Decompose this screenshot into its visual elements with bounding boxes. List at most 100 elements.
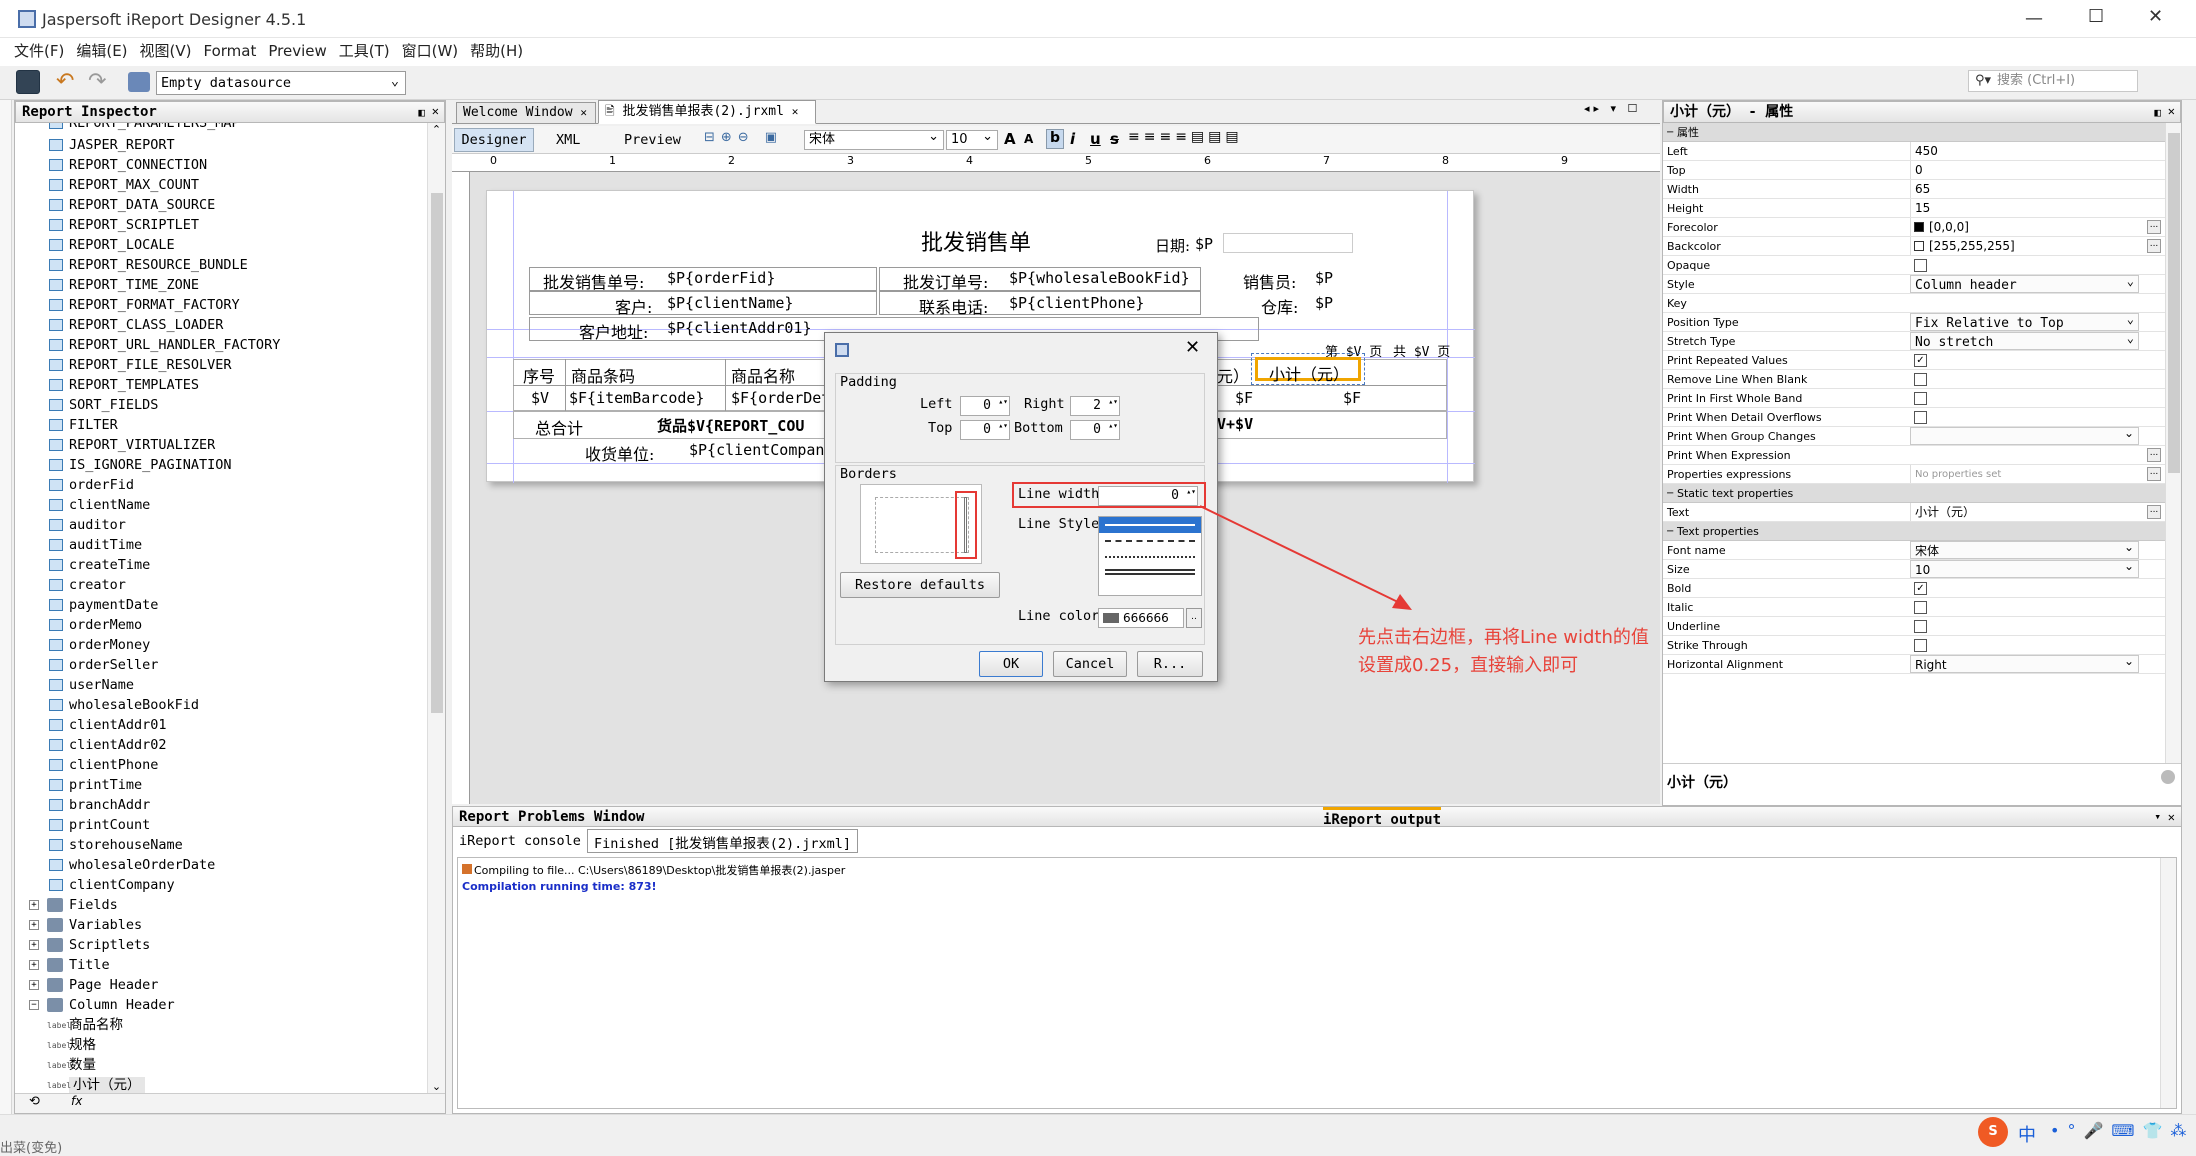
tree-node[interactable]: − Column Header — [15, 995, 445, 1015]
close-icon[interactable]: ✕ — [2168, 807, 2175, 827]
maximize-button[interactable]: ☐ — [2088, 6, 2104, 27]
tree-node[interactable]: + Page Header — [15, 975, 445, 995]
checkbox[interactable] — [1914, 601, 1927, 614]
tree-item-cut[interactable]: REPORT_PARAMETERS_MAP — [15, 123, 445, 133]
close-icon[interactable]: ✕ — [792, 105, 799, 118]
expand-icon[interactable]: + — [29, 900, 39, 910]
property-row[interactable]: Position Type Fix Relative to Top — [1663, 310, 2165, 332]
phone-label[interactable]: 联系电话: — [919, 294, 988, 318]
close-icon[interactable]: ✕ — [2168, 101, 2175, 121]
order-no-value[interactable]: $P{orderFid} — [667, 269, 775, 287]
tree-item-parameter[interactable]: REPORT_TEMPLATES — [15, 375, 445, 395]
property-row[interactable]: Backcolor [255,255,255]... — [1663, 237, 2165, 256]
ime-logo-icon[interactable]: S — [1978, 1117, 2008, 1147]
datasource-icon[interactable] — [128, 72, 150, 92]
property-row[interactable]: Properties expressions No properties set.… — [1663, 465, 2165, 484]
tab-designer[interactable]: Designer — [454, 128, 534, 152]
tree-node[interactable]: + Fields — [15, 895, 445, 915]
pin-icon[interactable]: ◧ — [2154, 103, 2161, 123]
expand-icon[interactable]: + — [29, 980, 39, 990]
scroll-down-icon[interactable]: ⌄ — [428, 1080, 445, 1093]
property-row[interactable]: Print When Detail Overflows — [1663, 408, 2165, 427]
menu-icon[interactable]: ▾ — [2154, 807, 2161, 827]
line-width-input[interactable]: 0 — [1098, 486, 1198, 506]
right-border-selector[interactable] — [955, 491, 977, 559]
collapse-icon[interactable]: − — [29, 1000, 39, 1010]
tree-item-parameter[interactable]: REPORT_RESOURCE_BUNDLE — [15, 255, 445, 275]
ellipsis-button[interactable]: ... — [2147, 220, 2161, 234]
property-row[interactable]: Strike Through — [1663, 636, 2165, 655]
tab-nav-icons[interactable]: ◂▸ ▾ ☐ — [1584, 102, 1641, 115]
receiver-value[interactable]: $P{clientCompan — [689, 441, 824, 459]
property-value[interactable]: 15 — [1910, 199, 2139, 217]
property-row[interactable]: Width 65 — [1663, 180, 2165, 199]
search-box[interactable]: ⚲▾ 搜索 (Ctrl+I) — [1968, 70, 2138, 92]
tree-item-parameter[interactable]: orderFid — [15, 475, 445, 495]
line-style-list[interactable] — [1098, 516, 1202, 596]
ellipsis-button[interactable]: ... — [2147, 448, 2161, 462]
line-style-double[interactable] — [1099, 565, 1201, 581]
help-icon[interactable] — [2161, 770, 2175, 784]
property-row[interactable]: Style Column header — [1663, 272, 2165, 294]
tree-item-parameter[interactable]: FILTER — [15, 415, 445, 435]
inspector-scrollbar[interactable]: ⌃ ⌄ — [427, 123, 445, 1093]
property-value[interactable]: No stretch — [1910, 329, 2139, 350]
tree-item-parameter[interactable]: REPORT_TIME_ZONE — [15, 275, 445, 295]
ellipsis-button[interactable]: ... — [2147, 505, 2161, 519]
checkbox[interactable] — [1914, 373, 1927, 386]
redo-icon[interactable]: ↷ — [88, 70, 106, 94]
output-tab[interactable]: iReport output — [1323, 807, 1442, 830]
book-no-label[interactable]: 批发订单号: — [903, 269, 988, 293]
menu-item-0[interactable]: 文件(F) — [8, 38, 70, 64]
ime-mode[interactable]: 中 — [2018, 1121, 2036, 1147]
addr-label[interactable]: 客户地址: — [579, 319, 648, 343]
checkbox[interactable] — [1914, 392, 1927, 405]
property-row[interactable]: Underline — [1663, 617, 2165, 636]
tree-item-parameter[interactable]: orderMemo — [15, 615, 445, 635]
tree-item-parameter[interactable]: clientName — [15, 495, 445, 515]
padding-top-input[interactable]: 0 — [960, 420, 1010, 440]
menu-item-5[interactable]: 工具(T) — [333, 38, 396, 64]
property-value[interactable] — [1910, 424, 2139, 445]
expand-icon[interactable]: + — [29, 940, 39, 950]
selection-handles[interactable] — [1251, 353, 1365, 385]
store-label[interactable]: 仓库: — [1261, 294, 1298, 318]
ellipsis-button[interactable]: ... — [2147, 467, 2161, 481]
property-value[interactable]: [0,0,0] — [1910, 218, 2139, 236]
line-style-dotted[interactable] — [1099, 549, 1201, 565]
cancel-button[interactable]: Cancel — [1053, 651, 1127, 677]
checkbox[interactable] — [1914, 259, 1927, 272]
scroll-up-icon[interactable]: ⌃ — [428, 123, 445, 136]
seller-value[interactable]: $P — [1315, 269, 1333, 287]
property-row[interactable]: Size 10 — [1663, 557, 2165, 579]
border-preview[interactable] — [860, 484, 982, 564]
property-row[interactable]: Top 0 — [1663, 161, 2165, 180]
property-value[interactable]: 宋体 — [1910, 538, 2139, 559]
tree-item-parameter[interactable]: REPORT_CLASS_LOADER — [15, 315, 445, 335]
align-icons[interactable]: ≡≡≡≡▤▤▤ — [1128, 129, 1243, 145]
addr-value[interactable]: $P{clientAddr01} — [667, 319, 812, 337]
tree-item-parameter[interactable]: IS_IGNORE_PAGINATION — [15, 455, 445, 475]
tree-item-parameter[interactable]: branchAddr — [15, 795, 445, 815]
property-row[interactable]: Print In First Whole Band — [1663, 389, 2165, 408]
receiver-label[interactable]: 收货单位: — [585, 441, 654, 465]
tree-item-parameter[interactable]: REPORT_VIRTUALIZER — [15, 435, 445, 455]
checkbox[interactable]: ✓ — [1914, 354, 1927, 367]
property-row[interactable]: Key — [1663, 294, 2165, 313]
property-row[interactable]: Print When Group Changes — [1663, 424, 2165, 446]
detail-name[interactable]: $F{orderDet — [731, 389, 830, 407]
tree-item-parameter[interactable]: wholesaleOrderDate — [15, 855, 445, 875]
tree-item-parameter[interactable]: REPORT_DATA_SOURCE — [15, 195, 445, 215]
ok-button[interactable]: OK — [979, 651, 1043, 677]
property-value[interactable]: Column header — [1910, 272, 2139, 293]
seller-label[interactable]: 销售员: — [1243, 269, 1296, 293]
bold-button[interactable]: b — [1046, 129, 1064, 149]
tree-item-parameter[interactable]: SORT_FIELDS — [15, 395, 445, 415]
menu-item-4[interactable]: Preview — [262, 38, 332, 64]
tab-welcome-window[interactable]: Welcome Window ✕ — [456, 102, 596, 124]
tree-item-parameter[interactable]: REPORT_LOCALE — [15, 235, 445, 255]
tab-xml[interactable]: XML — [556, 132, 580, 148]
client-label[interactable]: 客户: — [615, 294, 652, 318]
expand-icon[interactable]: + — [29, 960, 39, 970]
property-value[interactable]: 0 — [1910, 161, 2139, 179]
